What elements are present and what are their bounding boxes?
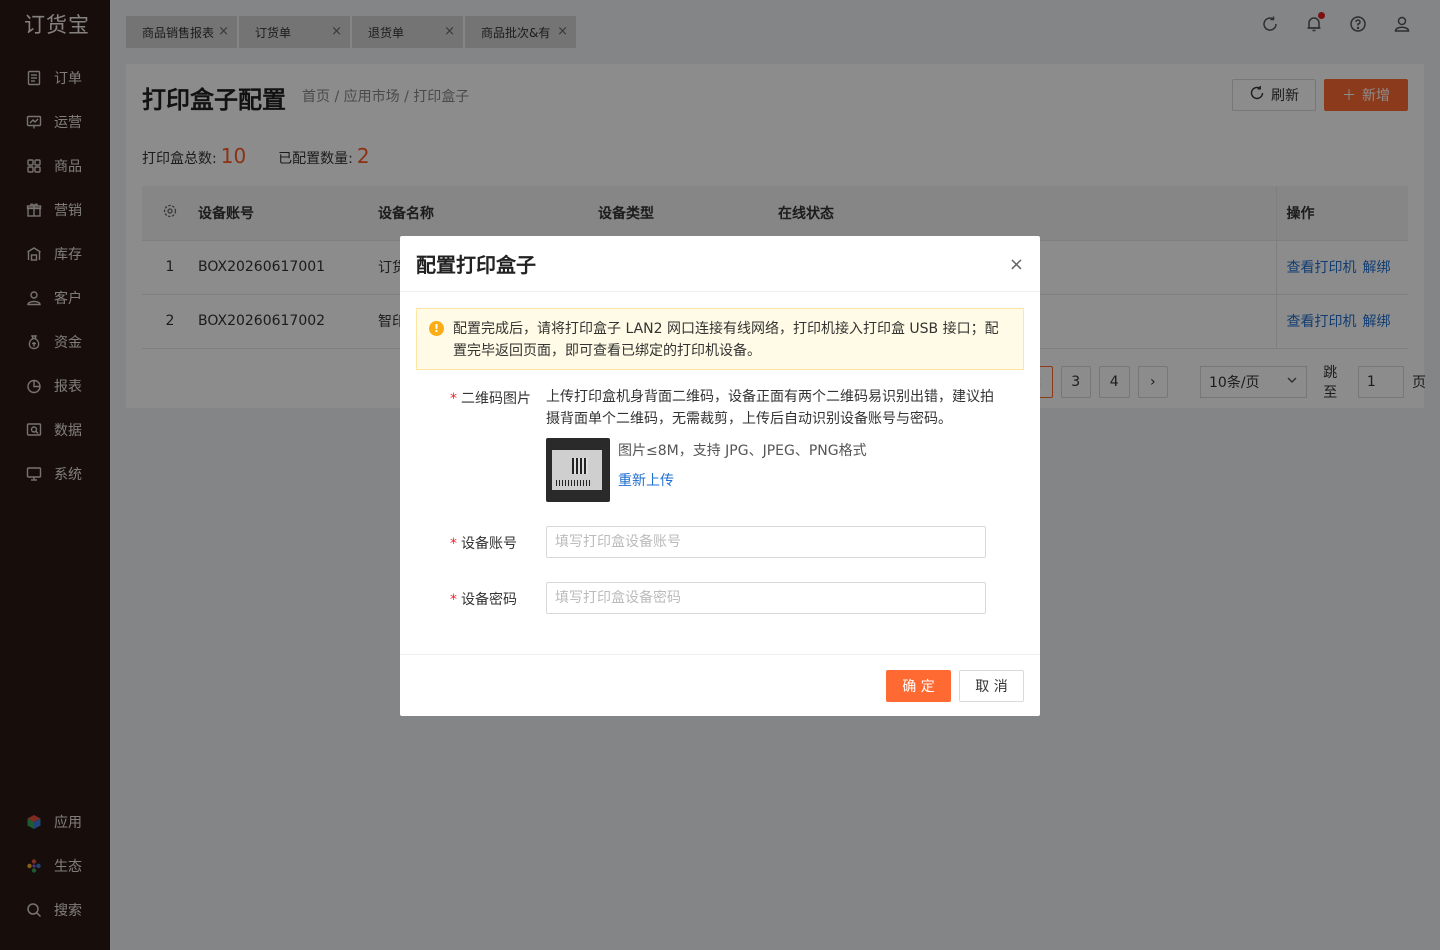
device-password-input[interactable] <box>546 582 986 614</box>
required-mark: * <box>450 536 457 552</box>
close-icon[interactable]: × <box>1009 254 1024 275</box>
account-label: * 设备账号 <box>450 536 517 552</box>
required-mark: * <box>450 592 457 608</box>
config-print-box-modal: 配置打印盒子 × ! 配置完成后，请将打印盒子 LAN2 网口连接有线网络，打印… <box>400 236 1040 716</box>
modal-title: 配置打印盒子 <box>416 253 536 277</box>
confirm-button[interactable]: 确 定 <box>886 670 951 702</box>
cancel-button[interactable]: 取 消 <box>959 670 1024 702</box>
upload-tip: 图片≤8M，支持 JPG、JPEG、PNG格式 <box>618 443 867 459</box>
barcode-image <box>556 480 592 486</box>
qr-description: 上传打印盒机身背面二维码，设备正面有两个二维码易识别出错，建议拍摄背面单个二维码… <box>546 389 994 427</box>
warning-icon: ! <box>429 321 444 336</box>
alert-text: 配置完成后，请将打印盒子 LAN2 网口连接有线网络，打印机接入打印盒 USB … <box>453 321 999 359</box>
modal-header: 配置打印盒子 <box>400 236 1040 292</box>
password-label: * 设备密码 <box>450 592 517 608</box>
qr-label: * 二维码图片 <box>450 391 531 407</box>
device-account-input[interactable] <box>546 526 986 558</box>
qr-code-image <box>572 458 588 474</box>
required-mark: * <box>450 391 457 407</box>
reupload-link[interactable]: 重新上传 <box>618 470 674 490</box>
modal-footer: 确 定 取 消 <box>400 654 1040 716</box>
qr-thumbnail[interactable] <box>546 438 610 502</box>
info-alert: ! 配置完成后，请将打印盒子 LAN2 网口连接有线网络，打印机接入打印盒 US… <box>416 308 1024 370</box>
